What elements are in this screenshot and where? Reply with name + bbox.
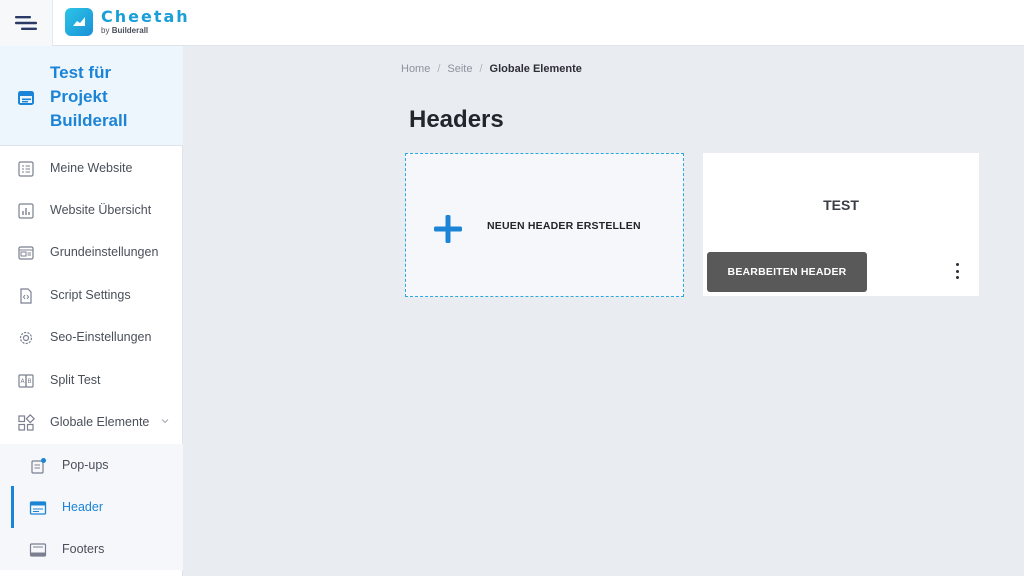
sidebar-item-label: Meine Website xyxy=(50,161,133,175)
edit-header-button[interactable]: BEARBEITEN HEADER xyxy=(707,252,867,292)
sidebar: Test für Projekt Builderall Meine Websit… xyxy=(0,46,183,576)
sidebar-item-script-settings[interactable]: Script Settings xyxy=(0,274,183,316)
breadcrumb-separator: / xyxy=(479,63,483,75)
header-name: TEST xyxy=(823,197,859,213)
sidebar-item-meine-website[interactable]: Meine Website xyxy=(0,147,183,189)
sidebar-item-website-uebersicht[interactable]: Website Übersicht xyxy=(0,189,183,231)
chevron-down-icon xyxy=(161,419,169,424)
create-header-label: NEUEN HEADER ERSTELLEN xyxy=(487,220,641,232)
sidebar-item-label: Pop-ups xyxy=(62,458,109,472)
breadcrumb-home[interactable]: Home xyxy=(401,63,430,75)
footer-layout-icon xyxy=(29,543,47,557)
sidebar-item-label: Split Test xyxy=(50,373,101,387)
project-header: Test für Projekt Builderall xyxy=(0,46,183,146)
svg-text:B: B xyxy=(28,378,32,385)
project-title: Test für Projekt Builderall xyxy=(50,63,128,130)
cheetah-logo-icon xyxy=(65,8,93,36)
list-icon xyxy=(18,161,34,177)
more-options-icon[interactable] xyxy=(951,263,963,279)
sidebar-item-label: Website Übersicht xyxy=(50,203,152,217)
svg-text:A: A xyxy=(21,378,26,385)
sidebar-item-split-test[interactable]: AB Split Test xyxy=(0,359,183,401)
sidebar-item-label: Header xyxy=(62,500,103,514)
sidebar-subitem-footers[interactable]: Footers xyxy=(0,528,183,570)
app-logo[interactable]: Cheetah by Builderall xyxy=(65,8,190,36)
sidebar-item-globale-elemente[interactable]: Globale Elemente xyxy=(0,401,183,443)
sidebar-subitem-header[interactable]: Header xyxy=(0,486,183,528)
sidebar-subitem-pop-ups[interactable]: Pop-ups xyxy=(0,444,183,486)
menu-toggle-button[interactable] xyxy=(0,0,53,46)
breadcrumb-page[interactable]: Seite xyxy=(447,63,472,75)
sidebar-item-grundeinstellungen[interactable]: Grundeinstellungen xyxy=(0,231,183,273)
breadcrumb-separator: / xyxy=(437,63,441,75)
popup-icon xyxy=(31,458,46,474)
sidebar-item-label: Footers xyxy=(62,542,105,556)
gear-icon xyxy=(19,331,33,345)
page-title: Headers xyxy=(409,106,504,133)
sidebar-item-label: Grundeinstellungen xyxy=(50,245,159,259)
active-indicator xyxy=(11,486,14,528)
project-layout-icon xyxy=(18,91,34,105)
plus-icon xyxy=(434,215,462,243)
sidebar-item-seo-einstellungen[interactable]: Seo-Einstellungen xyxy=(0,316,183,358)
sidebar-item-label: Seo-Einstellungen xyxy=(50,330,152,344)
code-file-icon xyxy=(20,288,32,304)
grid-icon xyxy=(18,414,35,431)
create-header-card[interactable]: NEUEN HEADER ERSTELLEN xyxy=(405,153,684,297)
sidebar-item-label: Globale Elemente xyxy=(50,415,150,429)
header-layout-icon xyxy=(29,501,47,515)
logo-byline: by Builderall xyxy=(101,26,149,35)
split-icon: AB xyxy=(18,374,34,388)
sidebar-item-label: Script Settings xyxy=(50,288,131,302)
header-card: TEST BEARBEITEN HEADER xyxy=(703,153,979,296)
chart-icon xyxy=(18,203,34,219)
breadcrumb: Home / Seite / Globale Elemente xyxy=(401,63,582,75)
hamburger-icon xyxy=(15,16,37,30)
logo-name: Cheetah xyxy=(101,7,190,26)
settings-window-icon xyxy=(18,246,34,260)
breadcrumb-current: Globale Elemente xyxy=(489,63,582,75)
top-bar: Cheetah by Builderall xyxy=(0,0,1024,46)
